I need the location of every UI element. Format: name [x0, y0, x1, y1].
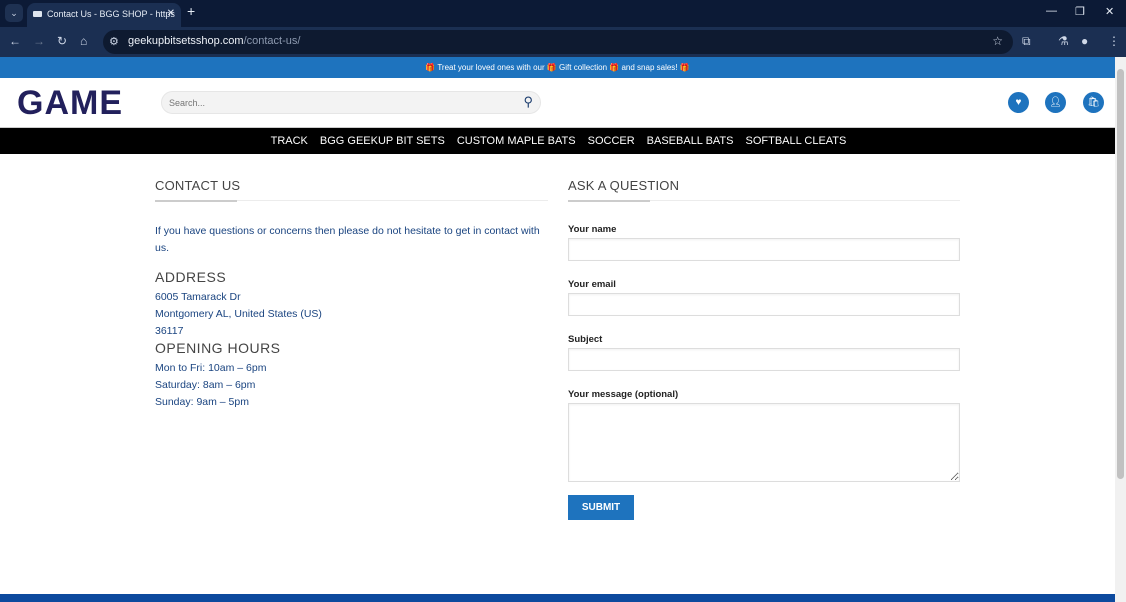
nav-custom-maple-bats[interactable]: CUSTOM MAPLE BATS: [457, 128, 576, 154]
name-field[interactable]: [568, 238, 960, 261]
new-tab-icon[interactable]: +: [187, 3, 195, 19]
close-window-icon[interactable]: ✕: [1105, 5, 1114, 18]
hours-line: Mon to Fri: 10am – 6pm: [155, 362, 267, 374]
nav-softball-cleats[interactable]: SOFTBALL CLEATS: [746, 128, 847, 154]
restore-icon[interactable]: ❐: [1075, 5, 1085, 18]
tab-search-button[interactable]: ⌄: [5, 4, 23, 22]
divider: [568, 200, 960, 202]
email-label: Your email: [568, 279, 616, 290]
address-line: 6005 Tamarack Dr: [155, 291, 241, 303]
message-field[interactable]: [568, 403, 960, 482]
contact-title: CONTACT US: [155, 178, 241, 193]
form-title: ASK A QUESTION: [568, 178, 680, 193]
favicon-icon: [33, 11, 42, 17]
reload-icon[interactable]: ↻: [57, 34, 67, 48]
hours-line: Saturday: 8am – 6pm: [155, 379, 256, 391]
tab-title: Contact Us - BGG SHOP - https: [47, 9, 175, 19]
nav-baseball-bats[interactable]: BASEBALL BATS: [647, 128, 734, 154]
search-icon[interactable]: ⚲: [523, 94, 533, 110]
main-nav: TRACK BGG GEEKUP BIT SETS CUSTOM MAPLE B…: [0, 127, 1115, 154]
profile-icon[interactable]: ●: [1081, 34, 1088, 48]
site-header: GAME ⚲ ♥ 👤︎ 🛍︎: [0, 78, 1115, 127]
contact-info: CONTACT US If you have questions or conc…: [155, 170, 548, 411]
browser-tab-bar: ⌄ Contact Us - BGG SHOP - https ✕ + — ❐ ✕: [0, 0, 1126, 27]
forward-icon[interactable]: →: [33, 34, 45, 48]
home-icon[interactable]: ⌂: [80, 34, 87, 48]
address-line: Montgomery AL, United States (US): [155, 308, 322, 320]
message-label: Your message (optional): [568, 389, 679, 400]
address-line: 36117: [155, 325, 184, 337]
url-text: geekupbitsetsshop.com/contact-us/: [128, 35, 301, 47]
site-settings-icon[interactable]: ⚙: [109, 35, 119, 48]
submit-button[interactable]: SUBMIT: [568, 495, 634, 520]
subject-label: Subject: [568, 334, 603, 345]
nav-track[interactable]: TRACK: [271, 128, 308, 154]
scrollbar[interactable]: [1115, 57, 1126, 602]
footer-bar: [0, 594, 1115, 602]
cart-bag-icon[interactable]: 🛍︎: [1083, 92, 1104, 113]
email-field[interactable]: [568, 293, 960, 316]
search-input[interactable]: [162, 92, 502, 113]
back-icon[interactable]: ←: [9, 34, 21, 48]
browser-tab[interactable]: Contact Us - BGG SHOP - https ✕: [27, 3, 181, 27]
address-title: ADDRESS: [155, 269, 227, 285]
ask-question-form: ASK A QUESTION Your name Your email Subj…: [568, 170, 960, 520]
menu-kebab-icon[interactable]: ⋮: [1108, 34, 1120, 48]
bookmark-star-icon[interactable]: ☆: [992, 34, 1003, 48]
divider: [155, 200, 548, 202]
address-bar[interactable]: ⚙ geekupbitsetsshop.com/contact-us/ ☆: [103, 30, 1013, 54]
promo-banner: 🎁 Treat your loved ones with our 🎁 Gift …: [0, 57, 1115, 78]
contact-intro: If you have questions or concerns then p…: [155, 225, 540, 254]
search-box: ⚲: [161, 91, 541, 114]
subject-field[interactable]: [568, 348, 960, 371]
account-user-icon[interactable]: 👤︎: [1045, 92, 1066, 113]
scrollbar-thumb[interactable]: [1117, 69, 1124, 479]
minimize-icon[interactable]: —: [1046, 5, 1057, 17]
opening-hours-title: OPENING HOURS: [155, 340, 281, 356]
browser-toolbar: ← → ↻ ⌂ ⚙ geekupbitsetsshop.com/contact-…: [0, 27, 1126, 57]
hours-line: Sunday: 9am – 5pm: [155, 396, 249, 408]
wishlist-heart-icon[interactable]: ♥: [1008, 92, 1029, 113]
close-tab-icon[interactable]: ✕: [167, 3, 175, 25]
nav-soccer[interactable]: SOCCER: [588, 128, 635, 154]
extensions-icon[interactable]: ⧉: [1022, 34, 1031, 49]
labs-flask-icon[interactable]: ⚗: [1058, 34, 1069, 48]
nav-bgg-geekup-bit-sets[interactable]: BGG GEEKUP BIT SETS: [320, 128, 445, 154]
name-label: Your name: [568, 224, 617, 235]
site-logo[interactable]: GAME: [17, 84, 123, 123]
